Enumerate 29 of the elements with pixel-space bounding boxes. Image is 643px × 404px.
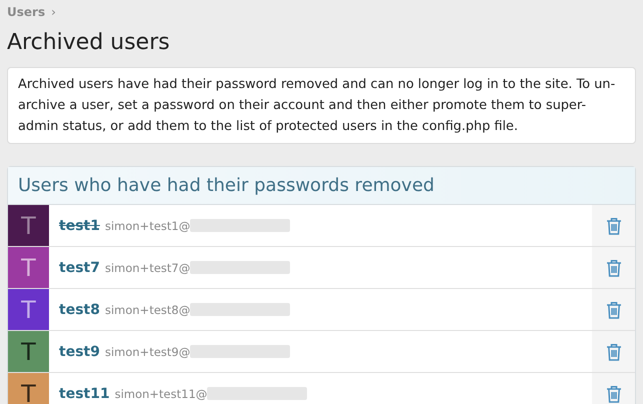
user-name-link[interactable]: test9 <box>59 344 100 360</box>
delete-button[interactable] <box>606 300 622 318</box>
info-text: Archived users have had their password removed and can no longer log in to the site. To un-archive a user, set a password on their account and then either promote them to super-admin status, or add them to the list of protected users in the config.php file. <box>7 67 636 144</box>
breadcrumb-separator: › <box>51 5 56 19</box>
delete-button[interactable] <box>606 216 622 234</box>
delete-button[interactable] <box>606 342 622 360</box>
user-email: simon+test9@ <box>104 344 190 358</box>
user-avatar: T <box>8 373 49 404</box>
trash-icon <box>606 216 622 234</box>
user-name-link[interactable]: test1 <box>59 218 100 234</box>
user-email: simon+test7@ <box>104 260 190 274</box>
delete-button[interactable] <box>606 384 622 402</box>
user-avatar: T <box>8 247 49 288</box>
panel-title: Users who have had their passwords removed <box>8 167 635 205</box>
user-avatar: T <box>8 205 49 246</box>
trash-icon <box>606 258 622 276</box>
user-name-link[interactable]: test7 <box>59 260 100 276</box>
trash-icon <box>606 384 622 402</box>
user-email: simon+test1@ <box>104 218 190 232</box>
trash-icon <box>606 300 622 318</box>
user-name-link[interactable]: test11 <box>59 386 110 402</box>
trash-icon <box>606 342 622 360</box>
user-avatar: T <box>8 331 49 372</box>
delete-button[interactable] <box>606 258 622 276</box>
user-email: simon+test8@ <box>104 302 190 316</box>
user-name-link[interactable]: test8 <box>59 302 100 318</box>
user-avatar: T <box>8 289 49 330</box>
user-email: simon+test11@ <box>114 386 208 400</box>
page-title: Archived users <box>7 30 171 55</box>
